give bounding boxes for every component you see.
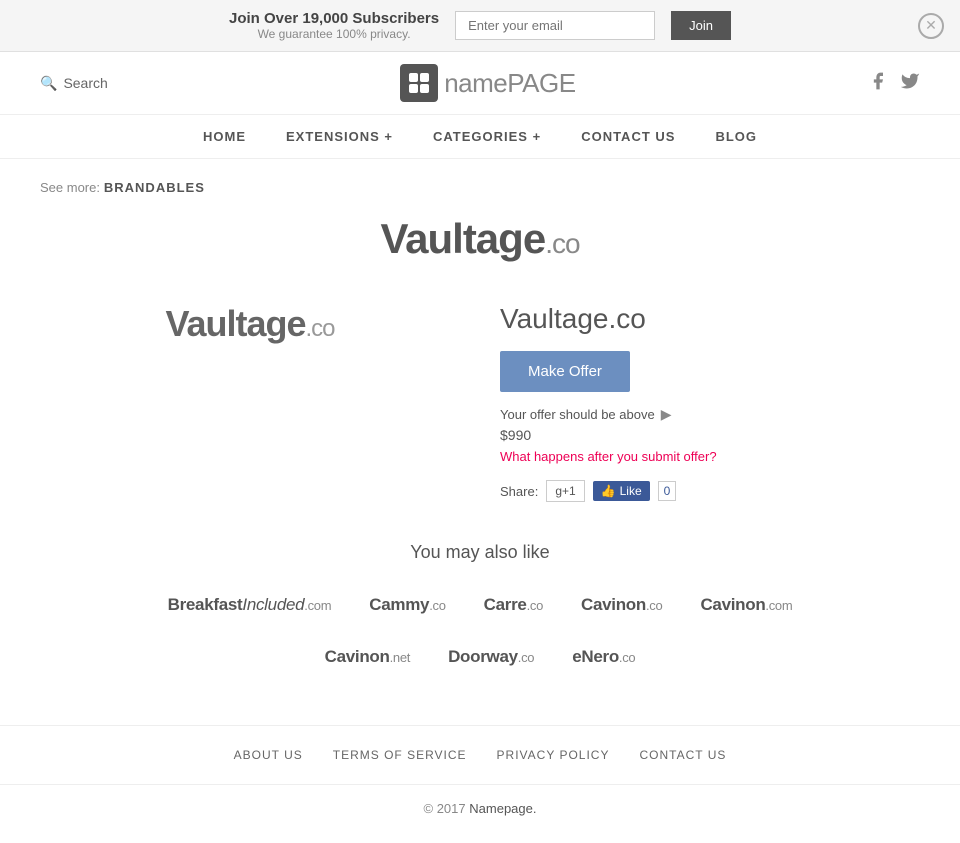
also-like-title: You may also like (40, 542, 920, 563)
footer-copyright: © 2017 Namepage. (0, 785, 960, 832)
banner-subtitle: We guarantee 100% privacy. (229, 27, 439, 41)
domain-cards-row1: BreakfastIncluded.com Cammy.co Carre.co … (40, 587, 920, 623)
content-area: Vaultage.co Vaultage.co Make Offer Your … (40, 303, 920, 502)
logo[interactable]: namePAGE (400, 64, 575, 102)
email-input[interactable] (455, 11, 655, 40)
share-label: Share: (500, 484, 538, 499)
main-nav: HOME EXTENSIONS + CATEGORIES + CONTACT U… (0, 115, 960, 159)
search-icon: 🔍 (40, 75, 57, 92)
top-banner: Join Over 19,000 Subscribers We guarante… (0, 0, 960, 52)
footer-copyright-link[interactable]: Namepage. (469, 801, 536, 816)
facebook-icon[interactable] (868, 71, 888, 96)
fb-like-button[interactable]: 👍 Like (593, 481, 650, 501)
also-like-section: You may also like BreakfastIncluded.com … (40, 542, 920, 675)
offer-hint: Your offer should be above ▶ (500, 406, 920, 423)
footer-contact[interactable]: CONTACT US (639, 748, 726, 762)
footer-privacy[interactable]: PRIVACY POLICY (497, 748, 610, 762)
domain-card-enero[interactable]: eNero.co (558, 639, 649, 675)
domain-cards-row2: Cavinon.net Doorway.co eNero.co (40, 639, 920, 675)
banner-title: Join Over 19,000 Subscribers (229, 10, 439, 27)
thumb-icon: 👍 (601, 484, 616, 498)
share-row: Share: g+1 👍 Like 0 (500, 480, 920, 502)
offer-question-link[interactable]: What happens after you submit offer? (500, 449, 920, 464)
domain-card-breakfastincluded[interactable]: BreakfastIncluded.com (154, 587, 346, 623)
domain-card-cavinon-co[interactable]: Cavinon.co (567, 587, 676, 623)
domain-card-doorway[interactable]: Doorway.co (434, 639, 548, 675)
main-content: See more: BRANDABLES Vaultage.co Vaultag… (0, 159, 960, 725)
offer-area: Vaultage.co Make Offer Your offer should… (500, 303, 920, 502)
logo-text: namePAGE (444, 68, 575, 99)
domain-card-cavinon-com[interactable]: Cavinon.com (686, 587, 806, 623)
footer-terms[interactable]: TERMS OF SERVICE (333, 748, 467, 762)
banner-text: Join Over 19,000 Subscribers We guarante… (229, 10, 439, 41)
footer-about[interactable]: ABOUT US (234, 748, 303, 762)
domain-card-cavinon-net[interactable]: Cavinon.net (311, 639, 424, 675)
make-offer-button[interactable]: Make Offer (500, 351, 630, 392)
footer: ABOUT US TERMS OF SERVICE PRIVACY POLICY… (0, 725, 960, 832)
nav-contact[interactable]: CONTACT US (581, 129, 675, 144)
breadcrumb: See more: BRANDABLES (40, 179, 920, 195)
social-icons (868, 71, 920, 96)
domain-display: Vaultage.co (40, 215, 920, 273)
category-link[interactable]: BRANDABLES (104, 180, 205, 195)
nav-blog[interactable]: BLOG (715, 129, 757, 144)
see-more-label: See more: (40, 180, 100, 195)
header: 🔍 Search namePAGE (0, 52, 960, 115)
nav-home[interactable]: HOME (203, 129, 246, 144)
arrow-icon: ▶ (661, 406, 672, 423)
nav-categories[interactable]: CATEGORIES + (433, 129, 541, 144)
join-button[interactable]: Join (671, 11, 731, 40)
offer-price: $990 (500, 427, 920, 443)
domain-logo-large: Vaultage.co (380, 215, 579, 263)
like-count: 0 (658, 481, 677, 501)
domain-card-carre[interactable]: Carre.co (470, 587, 557, 623)
search-area[interactable]: 🔍 Search (40, 75, 108, 92)
logo-icon (400, 64, 438, 102)
domain-image: Vaultage.co (165, 303, 334, 345)
domain-image-area: Vaultage.co (40, 303, 460, 345)
domain-card-cammy[interactable]: Cammy.co (355, 587, 459, 623)
twitter-icon[interactable] (900, 71, 920, 96)
close-banner-button[interactable]: ✕ (918, 13, 944, 39)
domain-name-title: Vaultage.co (500, 303, 920, 335)
search-label: Search (63, 75, 107, 91)
gplus-button[interactable]: g+1 (546, 480, 584, 502)
nav-extensions[interactable]: EXTENSIONS + (286, 129, 393, 144)
footer-links: ABOUT US TERMS OF SERVICE PRIVACY POLICY… (0, 726, 960, 785)
